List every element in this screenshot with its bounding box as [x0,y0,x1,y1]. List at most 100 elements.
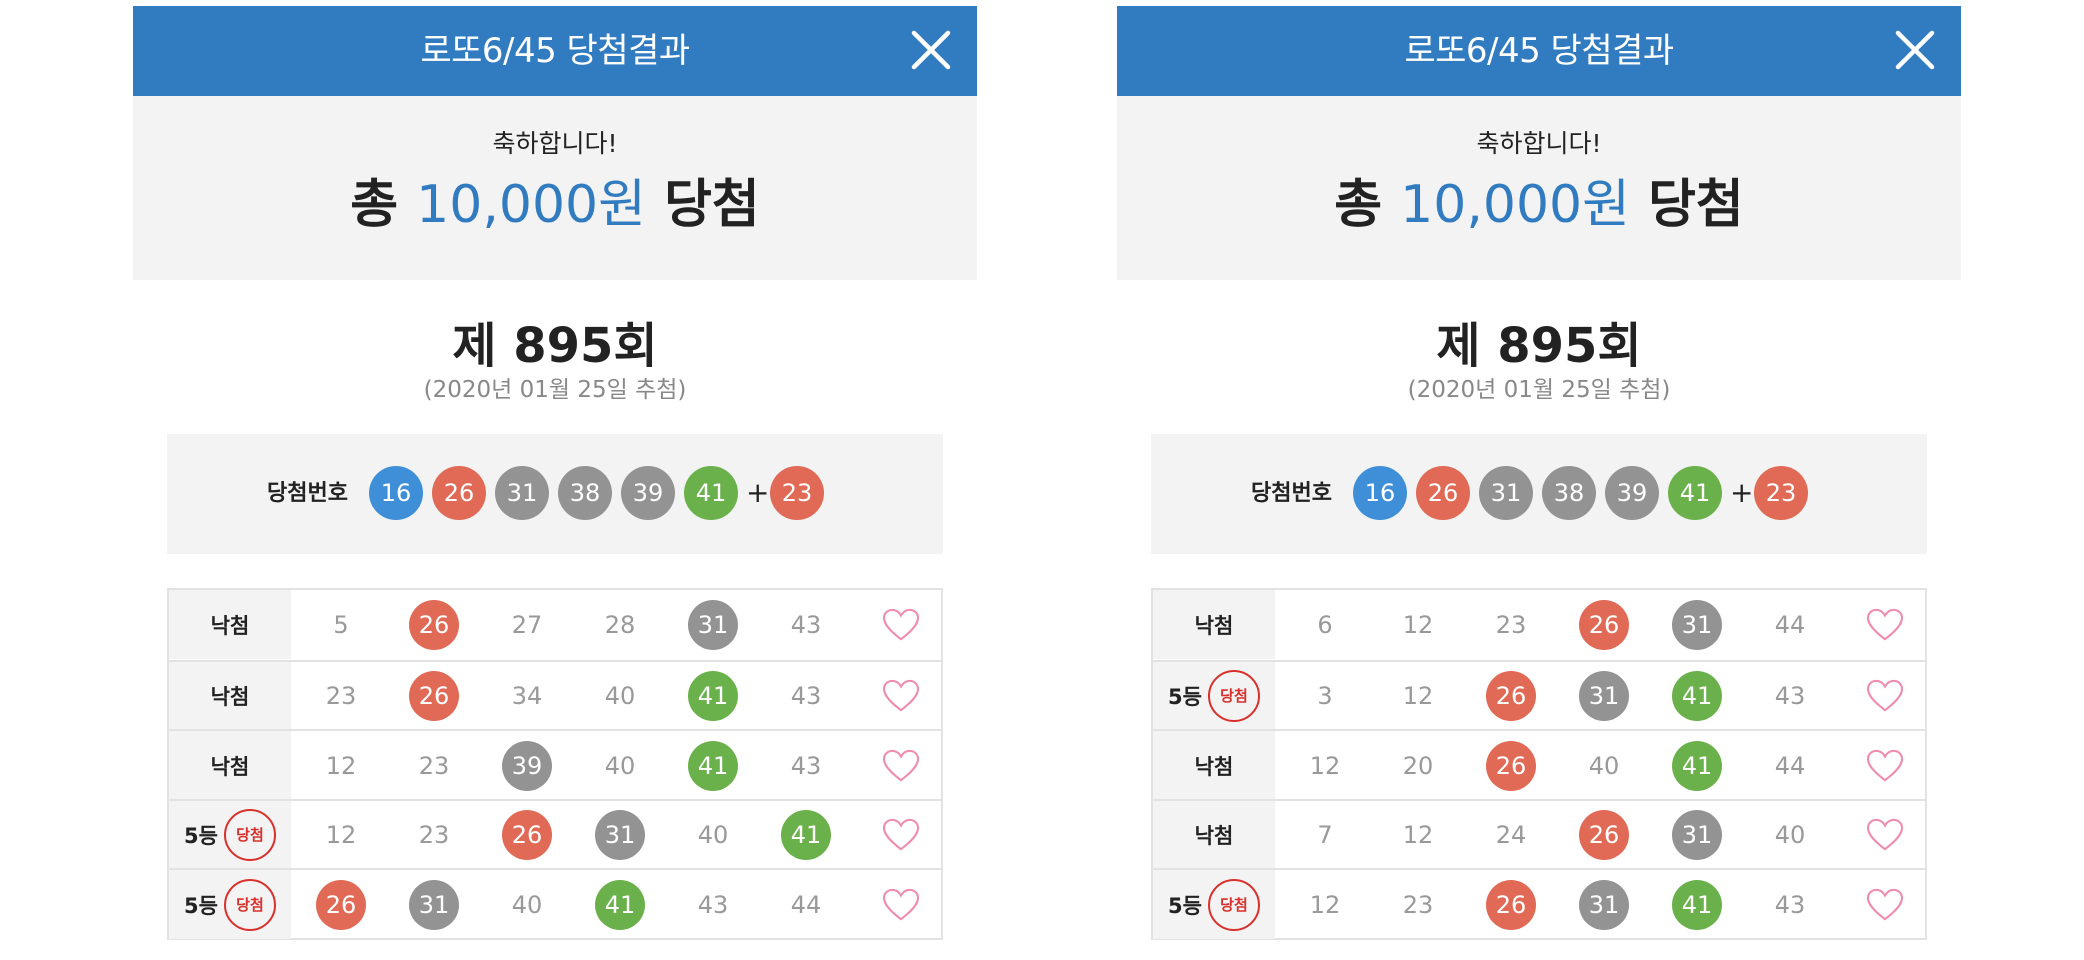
ticket-number: 27 [511,610,543,639]
ticket-number-cell: 26 [481,801,573,870]
close-icon[interactable] [1893,28,1937,72]
heart-icon[interactable] [1845,731,1925,800]
round-title: 제 895회 [1436,318,1642,374]
bonus-ball: 23 [1754,466,1808,520]
rank-label: 5등 [184,893,218,918]
ticket-number: 12 [325,821,357,850]
ticket-row: 5등 당첨 12 23 26 31 41 43 [1153,868,1925,940]
win-badge: 당첨 [1207,878,1260,931]
congrats-box: 축하합니다! 총 10,000원 당첨 [1117,96,1961,280]
ticket-number-cell: 26 [1465,662,1557,731]
heart-icon[interactable] [1845,870,1925,939]
prize-prefix: 총 [350,175,417,235]
heart-icon[interactable] [861,870,941,939]
ticket-number: 40 [604,751,636,780]
matched-ball: 31 [688,599,738,650]
ticket-number-cell: 6 [1279,590,1371,659]
ball-number: 31 [1479,466,1533,520]
ticket-row: 낙첨 23 26 34 40 41 43 [169,659,941,731]
ticket-number: 23 [1495,610,1527,639]
ticket-number: 12 [1402,610,1434,639]
ball-number: 38 [1542,466,1596,520]
draw-date: (2020년 01월 25일 추첨) [423,377,687,403]
heart-icon[interactable] [1845,590,1925,659]
heart-icon[interactable] [861,731,941,800]
winning-numbers-box: 당첨번호 16 26 31 38 39 41 +23 [167,434,943,554]
matched-ball: 41 [1672,740,1722,791]
ticket-number-cell: 24 [1465,801,1557,870]
win-badge: 당첨 [223,878,276,931]
matched-ball: 41 [1672,879,1722,930]
ticket-number-cell: 41 [1651,870,1743,939]
modal-title: 로또6/45 당첨결과 [420,31,690,71]
close-icon[interactable] [909,28,953,72]
ticket-number-cell: 44 [1744,590,1836,659]
ticket-number-cell: 31 [1651,801,1743,870]
draw-date: (2020년 01월 25일 추첨) [1407,377,1671,403]
ticket-row: 5등 당첨 26 31 40 41 43 44 [169,868,941,940]
matched-ball: 26 [316,879,366,930]
ticket-number-cell: 40 [1744,801,1836,870]
matched-ball: 41 [688,671,738,722]
ticket-number-cell: 12 [295,801,387,870]
ticket-number-cell: 26 [1558,801,1650,870]
ticket-number-cell: 20 [1372,731,1464,800]
heart-icon[interactable] [861,662,941,731]
matched-ball: 31 [1579,671,1629,722]
ticket-number: 12 [1309,751,1341,780]
ticket-number: 6 [1317,610,1333,639]
matched-ball: 39 [502,740,552,791]
prize-prefix: 총 [1334,175,1401,235]
matched-ball: 31 [409,879,459,930]
ticket-table: 낙첨 5 26 27 28 31 43 낙첨 23 26 34 40 41 43 낙첨 12 23 39 40 41 4… [167,588,943,940]
matched-ball: 26 [1579,599,1629,650]
ticket-row: 5등 당첨 3 12 26 31 41 43 [1153,659,1925,731]
ticket-number-cell: 40 [1558,731,1650,800]
heart-icon[interactable] [1845,801,1925,870]
ticket-number-cell: 12 [1372,662,1464,731]
ticket-number: 43 [790,682,822,711]
plus-sign: + [746,476,770,509]
winning-ball: 16 [1353,466,1407,520]
ticket-number-cell: 44 [1744,731,1836,800]
heart-icon[interactable] [861,801,941,870]
ticket-number: 23 [1402,890,1434,919]
matched-ball: 26 [1486,879,1536,930]
heart-icon[interactable] [861,590,941,659]
ticket-number-cell: 39 [481,731,573,800]
heart-icon[interactable] [1845,662,1925,731]
ticket-number: 44 [1774,610,1806,639]
ball-number: 41 [684,466,738,520]
ticket-number: 24 [1495,821,1527,850]
ticket-number-cell: 43 [760,590,852,659]
ticket-number-cell: 26 [1465,731,1557,800]
winning-ball: 31 [1479,466,1533,520]
ball-number: 41 [1668,466,1722,520]
ball-number: 26 [1416,466,1470,520]
winning-ball: 39 [621,466,675,520]
result-label: 낙첨 [1194,824,1234,849]
prize-suffix: 당첨 [645,175,760,235]
matched-ball: 31 [1579,879,1629,930]
ticket-number-cell: 41 [1651,662,1743,731]
matched-ball: 31 [1672,599,1722,650]
result-cell: 5등 당첨 [169,870,291,940]
ticket-number: 43 [1774,682,1806,711]
ticket-number-cell: 12 [1372,590,1464,659]
result-label: 낙첨 [1194,613,1234,638]
congrats-text: 축하합니다! [492,129,618,158]
result-cell: 낙첨 [169,731,291,801]
winning-ball: 31 [495,466,549,520]
matched-ball: 26 [1579,810,1629,861]
ticket-number-cell: 7 [1279,801,1371,870]
ticket-number-cell: 26 [388,590,480,659]
matched-ball: 26 [1486,671,1536,722]
ticket-number: 44 [790,890,822,919]
ticket-number: 44 [1774,751,1806,780]
winning-ball: 26 [1416,466,1470,520]
ticket-number: 23 [418,821,450,850]
result-panel: 로또6/45 당첨결과 축하합니다! 총 10,000원 당첨 제 895회 (2020… [133,6,977,956]
ticket-row: 낙첨 12 23 39 40 41 43 [169,729,941,801]
ticket-number-cell: 3 [1279,662,1371,731]
modal-title: 로또6/45 당첨결과 [1404,31,1674,71]
